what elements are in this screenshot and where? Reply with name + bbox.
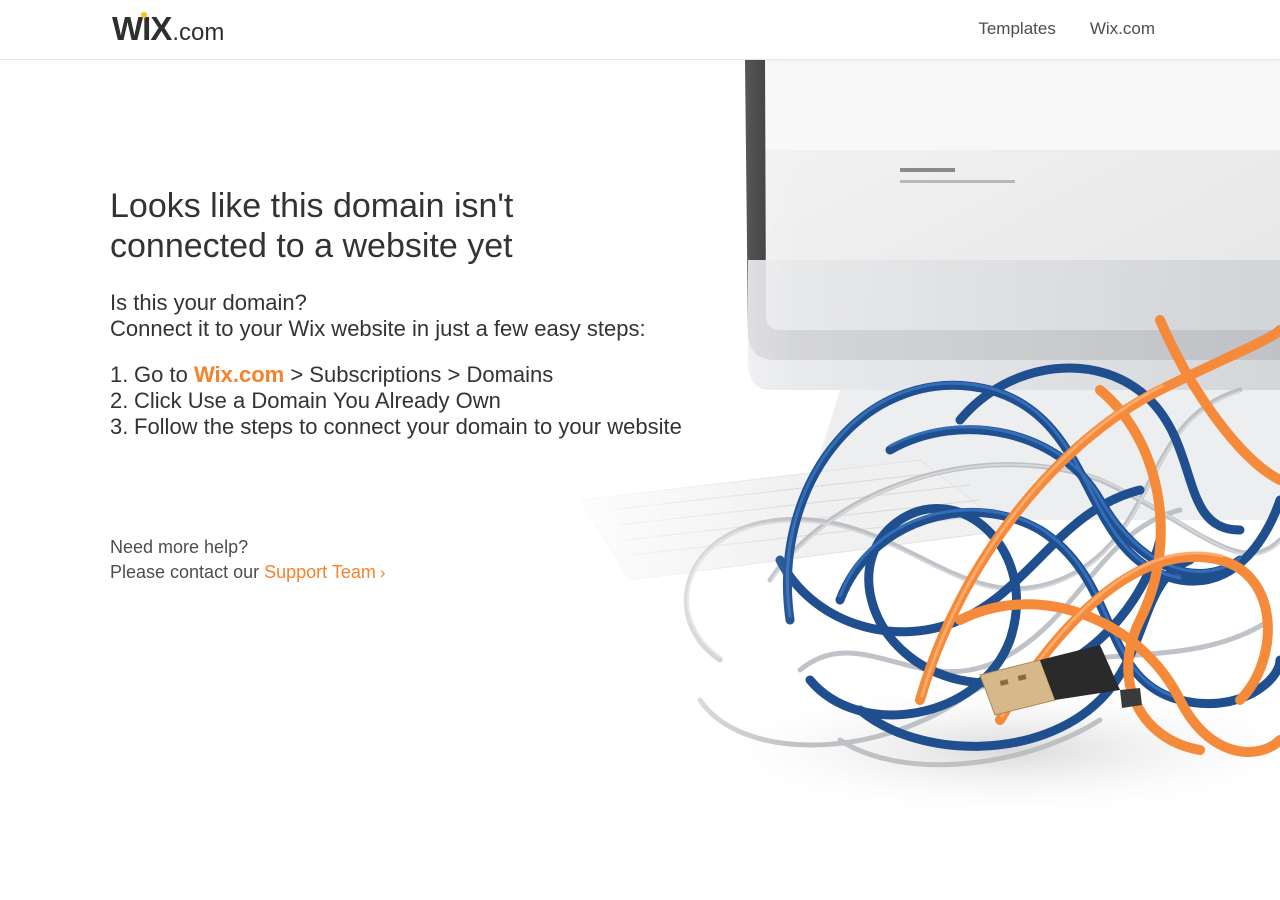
step-item-1: 1. Go to Wix.com > Subscriptions > Domain… xyxy=(110,362,730,388)
help-section: Need more help? Please contact our Suppo… xyxy=(110,535,386,585)
nav-templates-link[interactable]: Templates xyxy=(978,19,1055,39)
wix-logo[interactable]: WIX .com xyxy=(112,10,225,47)
logo-dot-icon xyxy=(141,12,147,18)
step-text: > Subscriptions > Domains xyxy=(290,362,554,387)
support-team-label: Support Team xyxy=(264,562,376,582)
help-heading: Need more help? xyxy=(110,537,249,557)
step-number: 1. xyxy=(110,362,129,387)
wixcom-link[interactable]: Wix.com xyxy=(194,362,284,387)
main-content: Looks like this domain isn't connected t… xyxy=(110,186,730,440)
step-number: 3. xyxy=(110,414,129,439)
support-team-link[interactable]: Support Team › xyxy=(264,562,385,582)
help-contact-text: Please contact our xyxy=(110,562,260,582)
intro-instruction: Connect it to your Wix website in just a… xyxy=(110,316,646,341)
help-contact-line: Please contact our Support Team › xyxy=(110,560,386,585)
page-title: Looks like this domain isn't connected t… xyxy=(110,186,730,266)
logo-com-text: .com xyxy=(172,19,225,46)
step-text: Follow the steps to connect your domain … xyxy=(134,414,682,439)
step-number: 2. xyxy=(110,388,129,413)
top-header: WIX .com Templates Wix.com xyxy=(0,0,1280,60)
step-item-3: 3. Follow the steps to connect your domai… xyxy=(110,414,730,440)
steps-list: 1. Go to Wix.com > Subscriptions > Domain… xyxy=(110,362,730,440)
page-title-line-1: Looks like this domain isn't xyxy=(110,187,514,225)
intro-text: Is this your domain? Connect it to your … xyxy=(110,290,730,342)
step-text: Click Use a Domain You Already Own xyxy=(134,388,501,413)
header-nav: Templates Wix.com xyxy=(978,19,1155,39)
intro-question: Is this your domain? xyxy=(110,290,307,315)
chevron-right-icon: › xyxy=(379,563,386,582)
step-item-2: 2. Click Use a Domain You Already Own xyxy=(110,388,730,414)
page: WIX .com Templates Wix.com Looks like th… xyxy=(0,0,1280,900)
page-title-line-2: connected to a website yet xyxy=(110,227,513,265)
nav-wixcom-link[interactable]: Wix.com xyxy=(1090,19,1155,39)
step-text: Go to xyxy=(134,362,188,387)
logo-wordmark: WIX xyxy=(112,10,172,48)
